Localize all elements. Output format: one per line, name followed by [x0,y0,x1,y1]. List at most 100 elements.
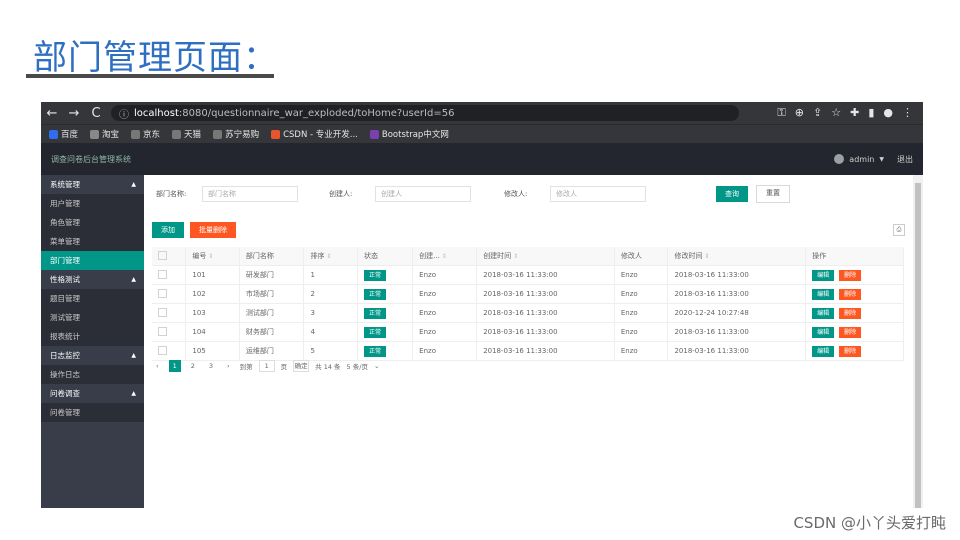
delete-button[interactable]: 删除 [839,345,862,357]
sidebar-item[interactable]: 用户管理 [41,194,144,213]
column-header[interactable]: 创建... ⇕ [412,247,478,266]
bookmark-item[interactable]: 百度 [49,128,78,140]
bookmark-item[interactable]: 京东 [131,128,160,140]
row-checkbox-cell[interactable] [152,322,187,342]
cell-modifier: Enzo [614,303,669,323]
page-number[interactable]: 1 [168,360,181,372]
delete-button[interactable]: 删除 [839,269,862,281]
extensions-puzzle-icon[interactable]: ✚ [850,106,859,120]
page-number[interactable]: 2 [187,360,199,372]
logout-link[interactable]: 退出 [897,154,913,165]
zoom-icon[interactable]: ⊕ [795,106,804,120]
column-header[interactable]: 排序 ⇕ [303,247,358,266]
star-icon[interactable]: ☆ [831,106,841,120]
sidebar-item[interactable]: 问卷管理 [41,403,144,422]
reload-icon[interactable]: C [85,106,107,121]
browser-menu-icon[interactable]: ⋮ [902,106,913,120]
chevron-down-icon[interactable]: ▼ [879,156,884,163]
edit-button[interactable]: 编辑 [812,307,835,319]
bookmark-item[interactable]: Bootstrap中文网 [369,128,449,140]
sidebar-item[interactable]: 题目管理 [41,289,144,308]
sort-icon[interactable]: ⇕ [440,253,447,260]
creator-filter-input[interactable]: 创建人 [375,186,471,202]
profile-icon[interactable]: ● [883,106,893,120]
sidebar-item[interactable]: 部门管理 [41,251,144,270]
row-checkbox-cell[interactable] [152,341,187,361]
address-bar[interactable]: ⓘ localhost:8080/questionnaire_war_explo… [111,105,739,121]
confirm-button[interactable]: 确定 [293,360,310,372]
row-checkbox-cell[interactable] [152,284,187,304]
user-name[interactable]: admin [849,155,874,164]
column-header[interactable]: 创建时间 ⇕ [476,247,615,266]
bookmark-item[interactable]: CSDN - 专业开发... [271,128,358,140]
forward-arrow-icon[interactable]: → [63,106,85,121]
batch-delete-button[interactable]: 批量删除 [190,222,236,238]
sidebar-group[interactable]: 系统管理 ▲ [41,175,144,194]
chevron-down-icon[interactable]: ⌄ [374,362,379,370]
next-page-icon[interactable]: › [223,360,234,372]
cell-actions: 编辑 删除 [805,303,904,323]
column-header[interactable]: 状态 [357,247,414,266]
prev-page-icon[interactable]: ‹ [152,360,163,372]
sort-icon[interactable]: ⇕ [702,253,709,260]
edit-button[interactable]: 编辑 [812,345,835,357]
bookmark-label: 苏宁易购 [225,130,260,140]
page-number[interactable]: 3 [205,360,217,372]
export-icon[interactable]: ⎙ [893,224,905,236]
csdn-icon [271,129,281,139]
column-header[interactable]: 修改时间 ⇕ [667,247,807,266]
side-panel-icon[interactable]: ▮ [868,106,874,120]
sidebar-group[interactable]: 问卷调查 ▲ [41,384,144,403]
checkbox[interactable] [158,307,167,317]
key-icon[interactable]: ⚿ [777,106,785,120]
bookmark-item[interactable]: 天猫 [172,128,201,140]
checkbox[interactable] [158,345,167,355]
checkbox[interactable] [158,250,167,260]
edit-button[interactable]: 编辑 [812,326,835,338]
sidebar-item[interactable]: 角色管理 [41,213,144,232]
edit-button[interactable]: 编辑 [812,269,835,281]
sidebar-group[interactable]: 日志监控 ▲ [41,346,144,365]
sort-icon[interactable]: ⇕ [206,253,213,260]
site-info-icon[interactable]: ⓘ [119,106,129,121]
bookmark-item[interactable]: 淘宝 [90,128,119,140]
bookmark-item[interactable]: 苏宁易购 [213,128,259,140]
sort-icon[interactable]: ⇕ [324,253,331,260]
row-checkbox-cell[interactable] [152,265,187,285]
column-header[interactable]: 修改人 [614,247,669,266]
reset-button[interactable]: 重置 [756,185,790,203]
sidebar-item[interactable]: 操作日志 [41,365,144,384]
status-badge: 正常 [363,269,386,281]
slide-title-underline [26,74,274,78]
sidebar-item[interactable]: 菜单管理 [41,232,144,251]
query-button[interactable]: 查询 [716,186,748,202]
edit-button[interactable]: 编辑 [812,288,835,300]
column-header[interactable]: 编号 ⇕ [185,247,240,266]
app-brand[interactable]: 调查问卷后台管理系统 [41,154,131,165]
sidebar-item[interactable]: 报表统计 [41,327,144,346]
add-button[interactable]: 添加 [152,222,184,238]
cell-name: 研发部门 [239,265,305,285]
checkbox[interactable] [158,288,167,298]
page-size-select[interactable]: 5 条/页 [347,361,368,371]
checkbox[interactable] [158,326,167,336]
select-all-checkbox[interactable] [152,247,187,266]
page-jump-input[interactable]: 1 [258,360,275,372]
delete-button[interactable]: 删除 [839,326,862,338]
checkbox[interactable] [158,269,167,279]
avatar[interactable] [834,154,845,164]
modifier-filter-input[interactable]: 修改人 [550,186,646,202]
scrollbar[interactable] [913,175,923,508]
dept-filter-input[interactable]: 部门名称 [202,186,298,202]
scrollbar-thumb[interactable] [915,183,921,508]
share-icon[interactable]: ⇪ [813,106,822,120]
row-checkbox-cell[interactable] [152,303,187,323]
column-header[interactable]: 部门名称 [239,247,305,266]
sidebar-item[interactable]: 测试管理 [41,308,144,327]
back-arrow-icon[interactable]: ← [41,106,63,121]
column-header[interactable]: 操作 [805,247,904,266]
sort-icon[interactable]: ⇕ [511,253,518,260]
delete-button[interactable]: 删除 [839,307,862,319]
delete-button[interactable]: 删除 [839,288,862,300]
sidebar-group[interactable]: 性格测试 ▲ [41,270,144,289]
